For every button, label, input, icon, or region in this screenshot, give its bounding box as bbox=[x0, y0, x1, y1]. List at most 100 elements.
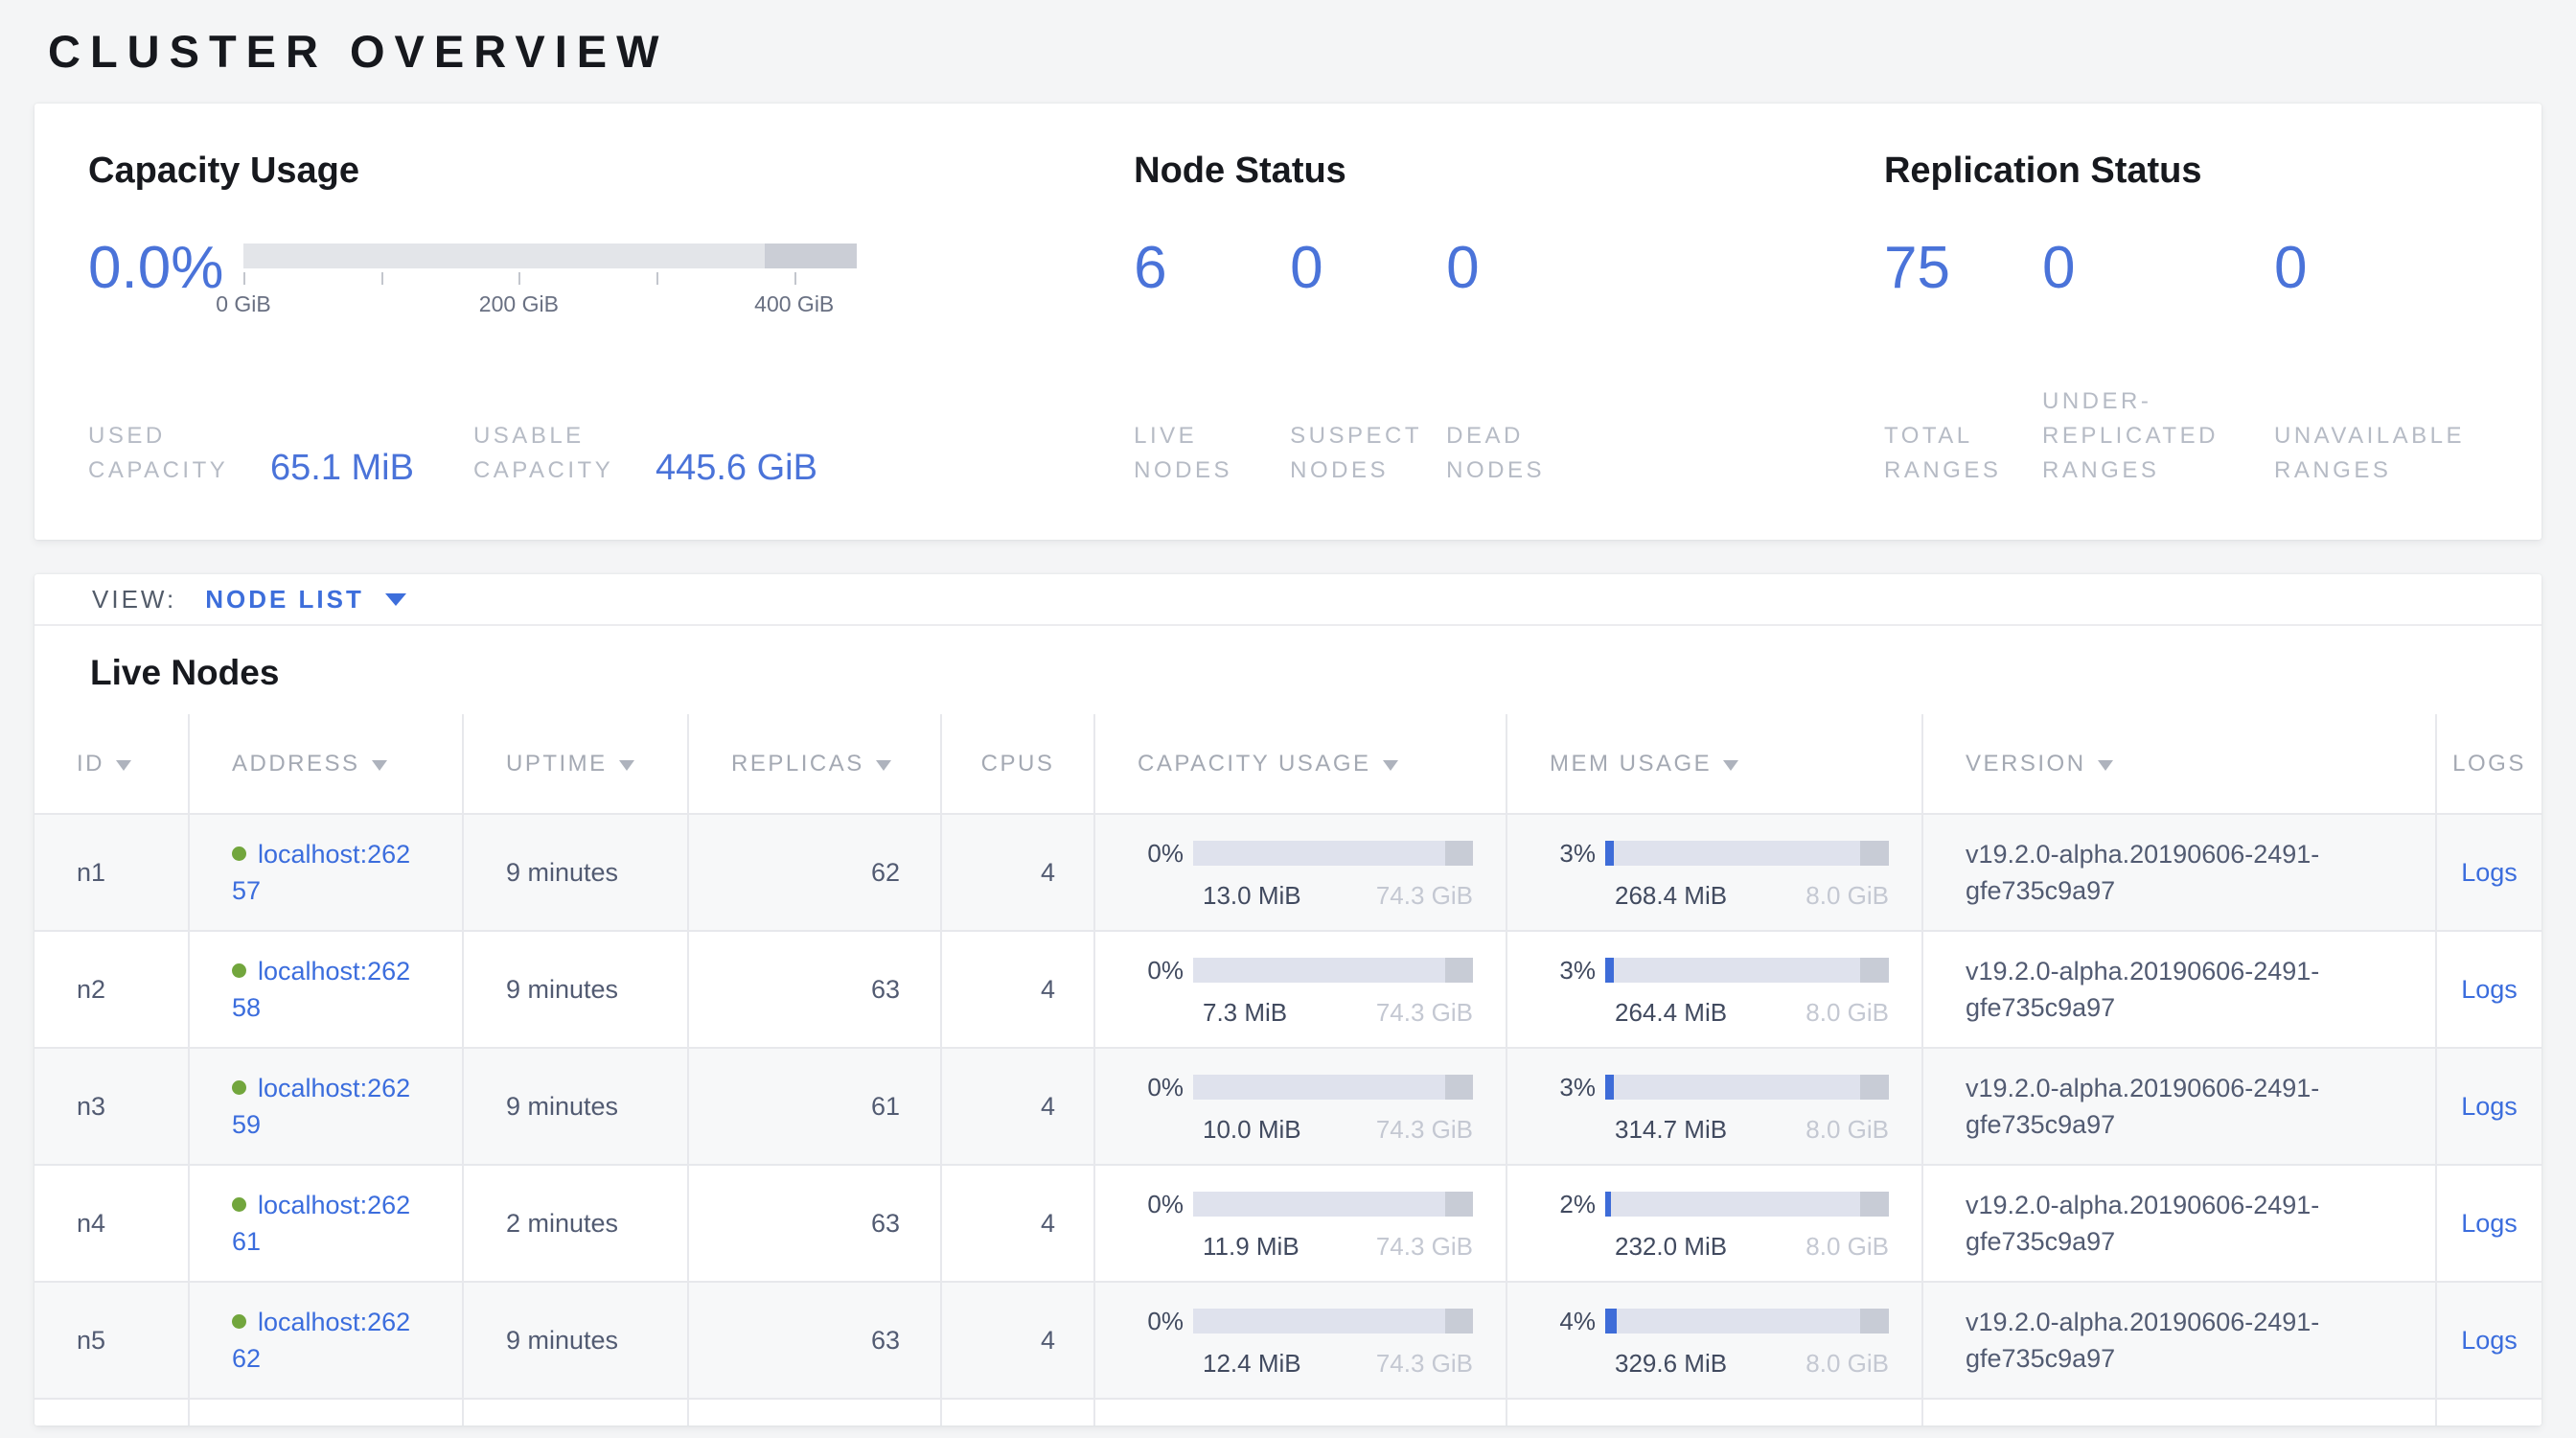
column-header-replicas[interactable]: REPLICAS bbox=[688, 714, 941, 814]
under-replicated-ranges-stat: 0 UNDER-REPLICATED RANGES bbox=[2042, 234, 2274, 488]
axis-tick bbox=[243, 272, 245, 285]
column-header-version[interactable]: VERSION bbox=[1922, 714, 2436, 814]
capacity-bar-reserved-segment bbox=[1445, 958, 1473, 983]
used-capacity-value: 65.1 MiB bbox=[270, 448, 414, 488]
logs-link[interactable]: Logs bbox=[2461, 975, 2518, 1004]
capacity-usage-bar bbox=[1193, 958, 1473, 983]
capacity-gauge: 0.0% 0 GiB 200 GiB 400 GiB bbox=[88, 234, 1134, 303]
cluster-summary-card: Capacity Usage 0.0% 0 GiB 200 GiB 400 Gi… bbox=[34, 104, 2542, 540]
node-id-cell: n5 bbox=[34, 1282, 189, 1399]
view-label: VIEW: bbox=[92, 585, 176, 615]
node-uptime-cell: 9 minutes bbox=[463, 1282, 688, 1399]
node-mem-usage-cell: 2% 232.0 MiB 8.0 GiB bbox=[1506, 1165, 1922, 1282]
node-logs-cell: Logs bbox=[2436, 1048, 2542, 1165]
node-address-link[interactable]: localhost:26262 bbox=[232, 1308, 433, 1377]
axis-tick bbox=[381, 272, 383, 285]
node-replicas-cell: 62 bbox=[688, 814, 941, 931]
mem-bar-reserved-segment bbox=[1860, 1309, 1889, 1334]
mem-percent-label: 4% bbox=[1550, 1303, 1605, 1339]
node-cpus-cell: 4 bbox=[941, 814, 1094, 931]
mem-total-value: 8.0 GiB bbox=[1806, 880, 1889, 911]
column-header-capacity-usage[interactable]: CAPACITY USAGE bbox=[1094, 714, 1506, 814]
capacity-bar-reserved-segment bbox=[1445, 1309, 1473, 1334]
mem-used-value: 329.6 MiB bbox=[1615, 1348, 1727, 1379]
node-version-cell: v19.2.0-alpha.20190606-2491-gfe735c9a97 bbox=[1922, 1048, 2436, 1165]
suspect-nodes-stat: 0 SUSPECT NODES bbox=[1290, 234, 1446, 488]
capacity-bar-reserved-segment bbox=[1445, 1075, 1473, 1100]
table-row: n2 localhost:26258 9 minutes 63 4 0% 7.3… bbox=[34, 931, 2542, 1048]
node-live-status-icon bbox=[232, 1314, 246, 1329]
logs-link[interactable]: Logs bbox=[2461, 1092, 2518, 1121]
capacity-used-value: 12.4 MiB bbox=[1203, 1348, 1301, 1379]
mem-used-value: 232.0 MiB bbox=[1615, 1231, 1727, 1262]
view-bar: VIEW: NODE LIST bbox=[34, 574, 2542, 626]
capacity-bar-reserved-segment bbox=[1445, 1192, 1473, 1217]
capacity-bar bbox=[243, 244, 857, 268]
node-status-heading: Node Status bbox=[1134, 148, 1884, 194]
node-logs-cell: Logs bbox=[2436, 814, 2542, 931]
node-replicas-cell: 63 bbox=[688, 1165, 941, 1282]
view-selector-dropdown[interactable]: NODE LIST bbox=[205, 585, 406, 615]
column-header-address[interactable]: ADDRESS bbox=[189, 714, 463, 814]
table-row: n5 localhost:26262 9 minutes 63 4 0% 12.… bbox=[34, 1282, 2542, 1399]
capacity-percent-label: 0% bbox=[1138, 1186, 1193, 1222]
table-row: n4 localhost:26261 2 minutes 63 4 0% 11.… bbox=[34, 1165, 2542, 1282]
node-live-status-icon bbox=[232, 1080, 246, 1095]
capacity-bar-reserved-segment bbox=[765, 244, 857, 268]
mem-bar-fill bbox=[1605, 1075, 1614, 1100]
node-mem-usage-cell: 3% 264.4 MiB 8.0 GiB bbox=[1506, 931, 1922, 1048]
node-cpus-cell: 4 bbox=[941, 931, 1094, 1048]
used-capacity-label: USED CAPACITY bbox=[88, 419, 249, 488]
node-capacity-usage-cell: 0% 12.4 MiB 74.3 GiB bbox=[1094, 1282, 1506, 1399]
capacity-usage-bar bbox=[1193, 1309, 1473, 1334]
node-address-link[interactable]: localhost:26259 bbox=[232, 1074, 433, 1143]
sort-desc-icon bbox=[619, 760, 634, 771]
node-live-status-icon bbox=[232, 847, 246, 861]
mem-percent-label: 3% bbox=[1550, 952, 1605, 988]
table-header-row: ID ADDRESS UPTIME REPLICAS CPUS CAPACITY… bbox=[34, 714, 2542, 814]
node-version-cell: v19.2.0-alpha.20190606-2491-gfe735c9a97 bbox=[1922, 931, 2436, 1048]
node-id-cell: n3 bbox=[34, 1048, 189, 1165]
logs-link[interactable]: Logs bbox=[2461, 858, 2518, 887]
live-nodes-stat: 6 LIVE NODES bbox=[1134, 234, 1290, 488]
capacity-total-value: 74.3 GiB bbox=[1376, 997, 1473, 1028]
column-header-cpus: CPUS bbox=[941, 714, 1094, 814]
axis-tick bbox=[656, 272, 658, 285]
node-live-status-icon bbox=[232, 963, 246, 978]
capacity-percent-label: 0% bbox=[1138, 1303, 1193, 1339]
suspect-nodes-label: SUSPECT NODES bbox=[1290, 419, 1446, 488]
node-logs-cell: Logs bbox=[2436, 931, 2542, 1048]
logs-link[interactable]: Logs bbox=[2461, 1209, 2518, 1238]
node-address-cell: localhost:26261 bbox=[189, 1165, 463, 1282]
under-replicated-label: UNDER-REPLICATED RANGES bbox=[2042, 384, 2274, 488]
logs-link[interactable]: Logs bbox=[2461, 1326, 2518, 1355]
under-replicated-count: 0 bbox=[2042, 234, 2274, 303]
capacity-usage-bar bbox=[1193, 1192, 1473, 1217]
used-capacity-metric: USED CAPACITY 65.1 MiB bbox=[88, 419, 414, 488]
mem-usage-bar bbox=[1605, 1192, 1889, 1217]
column-header-id[interactable]: ID bbox=[34, 714, 189, 814]
unavailable-ranges-stat: 0 UNAVAILABLE RANGES bbox=[2274, 234, 2488, 488]
node-mem-usage-cell: 4% 329.6 MiB 8.0 GiB bbox=[1506, 1282, 1922, 1399]
node-uptime-cell: 2 minutes bbox=[463, 1165, 688, 1282]
node-address-link[interactable]: localhost:26257 bbox=[232, 840, 433, 909]
mem-bar-fill bbox=[1605, 1309, 1617, 1334]
usable-capacity-metric: USABLE CAPACITY 445.6 GiB bbox=[473, 419, 817, 488]
axis-tick bbox=[794, 272, 796, 285]
view-selected-value: NODE LIST bbox=[205, 585, 364, 615]
node-address-cell: localhost:26262 bbox=[189, 1282, 463, 1399]
node-address-link[interactable]: localhost:26261 bbox=[232, 1191, 433, 1260]
column-header-uptime[interactable]: UPTIME bbox=[463, 714, 688, 814]
mem-bar-reserved-segment bbox=[1860, 958, 1889, 983]
node-replicas-cell: 61 bbox=[688, 1048, 941, 1165]
axis-label-0: 0 GiB bbox=[216, 291, 271, 317]
mem-used-value: 314.7 MiB bbox=[1615, 1114, 1727, 1145]
node-capacity-usage-cell: 0% 13.0 MiB 74.3 GiB bbox=[1094, 814, 1506, 931]
node-version-cell: v19.2.0-alpha.20190606-2491-gfe735c9a97 bbox=[1922, 1282, 2436, 1399]
node-address-link[interactable]: localhost:26258 bbox=[232, 957, 433, 1026]
total-ranges-stat: 75 TOTAL RANGES bbox=[1884, 234, 2042, 488]
node-status-section: Node Status 6 LIVE NODES 0 SUSPECT NODES… bbox=[1134, 148, 1884, 488]
column-header-mem-usage[interactable]: MEM USAGE bbox=[1506, 714, 1922, 814]
capacity-usage-section: Capacity Usage 0.0% 0 GiB 200 GiB 400 Gi… bbox=[88, 148, 1134, 488]
node-version-cell: v19.2.0-alpha.20190606-2491-gfe735c9a97 bbox=[1922, 814, 2436, 931]
